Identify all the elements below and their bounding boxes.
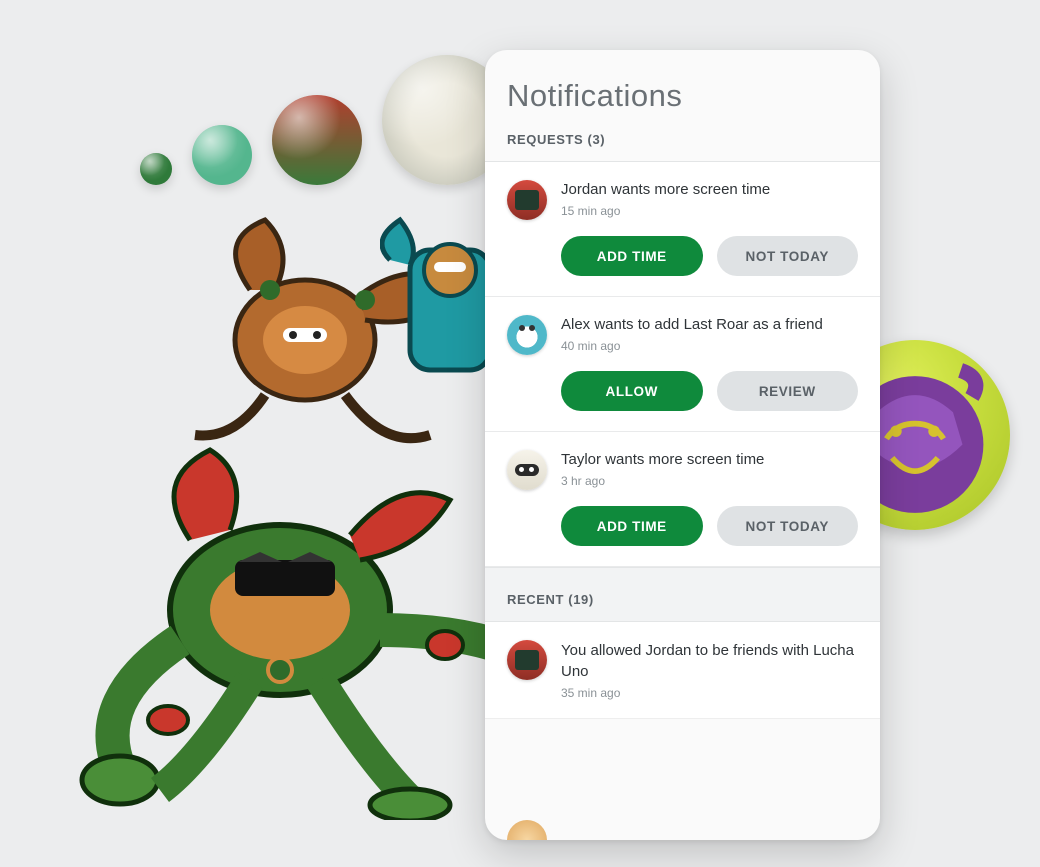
avatar-bubble-small (140, 153, 172, 185)
avatar-bubble-owl (192, 125, 252, 185)
avatar-bubble-row (140, 55, 512, 185)
request-item: Alex wants to add Last Roar as a friend … (485, 297, 880, 432)
recent-list: You allowed Jordan to be friends with Lu… (485, 622, 880, 719)
review-button[interactable]: REVIEW (717, 371, 859, 411)
requests-list: Jordan wants more screen time 15 min ago… (485, 161, 880, 567)
avatar (507, 315, 547, 355)
recent-item: You allowed Jordan to be friends with Lu… (485, 622, 880, 719)
requests-section-label: REQUESTS (3) (485, 132, 880, 161)
request-time: 3 hr ago (561, 474, 858, 488)
avatar-partial (507, 820, 547, 840)
request-item: Jordan wants more screen time 15 min ago… (485, 162, 880, 297)
request-message: Alex wants to add Last Roar as a friend (561, 315, 858, 335)
panel-title: Notifications (485, 50, 880, 132)
recent-time: 35 min ago (561, 686, 858, 700)
add-time-button[interactable]: ADD TIME (561, 506, 703, 546)
request-item: Taylor wants more screen time 3 hr ago A… (485, 432, 880, 567)
avatar-bubble-viking (272, 95, 362, 185)
recent-section-label: RECENT (19) (485, 567, 880, 622)
request-time: 40 min ago (561, 339, 858, 353)
not-today-button[interactable]: NOT TODAY (717, 236, 859, 276)
request-message: Taylor wants more screen time (561, 450, 858, 470)
add-time-button[interactable]: ADD TIME (561, 236, 703, 276)
request-message: Jordan wants more screen time (561, 180, 858, 200)
not-today-button[interactable]: NOT TODAY (717, 506, 859, 546)
allow-button[interactable]: ALLOW (561, 371, 703, 411)
avatar (507, 180, 547, 220)
avatar (507, 640, 547, 680)
avatar (507, 450, 547, 490)
notifications-panel: Notifications REQUESTS (3) Jordan wants … (485, 50, 880, 840)
recent-message: You allowed Jordan to be friends with Lu… (561, 640, 858, 682)
request-time: 15 min ago (561, 204, 858, 218)
